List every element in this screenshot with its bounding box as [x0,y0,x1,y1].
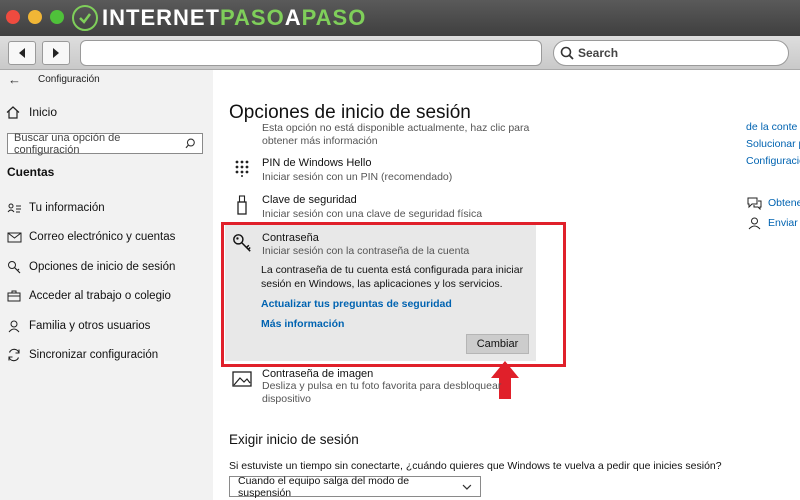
require-signin-dropdown[interactable]: Cuando el equipo salga del modo de suspe… [229,474,481,499]
app-title: Configuración [38,74,100,85]
person-card-icon [6,201,22,215]
usb-key-icon [232,194,252,216]
feedback-icon [746,216,762,230]
sidebar-item-sincronizar[interactable]: Sincronizar configuración [6,348,158,362]
briefcase-icon [6,289,22,303]
back-arrow-icon[interactable]: ← [8,72,21,87]
sidebar-item-tu-informacion[interactable]: Tu información [6,201,105,215]
person-icon [6,319,22,333]
get-help-link[interactable]: Obtene [746,196,800,210]
keypad-icon [232,157,252,179]
back-arrow-icon [19,48,25,58]
unavailable-option-text[interactable]: Esta opción no está disponible actualmen… [262,122,529,148]
home-icon [6,105,22,119]
chat-help-icon [746,196,762,210]
sidebar-item-opciones-inicio-sesion[interactable]: Opciones de inicio de sesión [6,260,175,274]
logo-text: INTERNETPASOAPASO [102,5,367,30]
mail-icon [6,230,22,244]
url-bar[interactable] [80,40,542,66]
send-feedback-link[interactable]: Enviar c [746,216,800,230]
sidebar-item-correo[interactable]: Correo electrónico y cuentas [6,230,175,244]
require-signin-title: Exigir inicio de sesión [229,432,359,447]
search-icon [560,46,574,60]
section-title: Cuentas [7,165,55,179]
key-icon [6,260,22,274]
close-window-button[interactable] [6,10,20,24]
search-placeholder: Search [578,46,619,60]
minimize-window-button[interactable] [28,10,42,24]
home-label: Inicio [29,105,58,119]
browser-titlebar: INTERNETPASOAPASO [0,0,800,36]
related-link-1[interactable]: de la conte [746,121,797,133]
settings-search-placeholder: Buscar una opción de configuración [14,131,121,156]
browser-search-input[interactable]: Search [553,40,789,66]
browser-toolbar: Search [0,36,800,70]
related-link-2[interactable]: Solucionar p [746,138,800,150]
red-highlight-box [221,222,566,367]
chevron-down-icon [462,484,472,490]
sidebar-item-home[interactable]: Inicio [6,105,57,119]
sidebar-item-trabajo-colegio[interactable]: Acceder al trabajo o colegio [6,289,171,303]
settings-sidebar: ← Configuración Inicio Buscar una opción… [0,70,213,500]
related-link-3[interactable]: Configuracio [746,155,800,167]
checkmark-logo-icon [72,5,98,31]
search-icon [185,138,196,149]
sync-icon [6,348,22,362]
back-button[interactable] [8,41,36,65]
sidebar-item-familia[interactable]: Familia y otros usuarios [6,319,150,333]
settings-search-input[interactable]: Buscar una opción de configuración [7,131,203,156]
image-icon [232,368,252,390]
dropdown-selected-value: Cuando el equipo salga del modo de suspe… [238,474,410,499]
forward-arrow-icon [53,48,59,58]
site-logo: INTERNETPASOAPASO [72,4,366,32]
maximize-window-button[interactable] [50,10,64,24]
forward-button[interactable] [42,41,70,65]
require-signin-question: Si estuviste un tiempo sin conectarte, ¿… [229,460,722,472]
page-title: Opciones de inicio de sesión [229,102,471,123]
